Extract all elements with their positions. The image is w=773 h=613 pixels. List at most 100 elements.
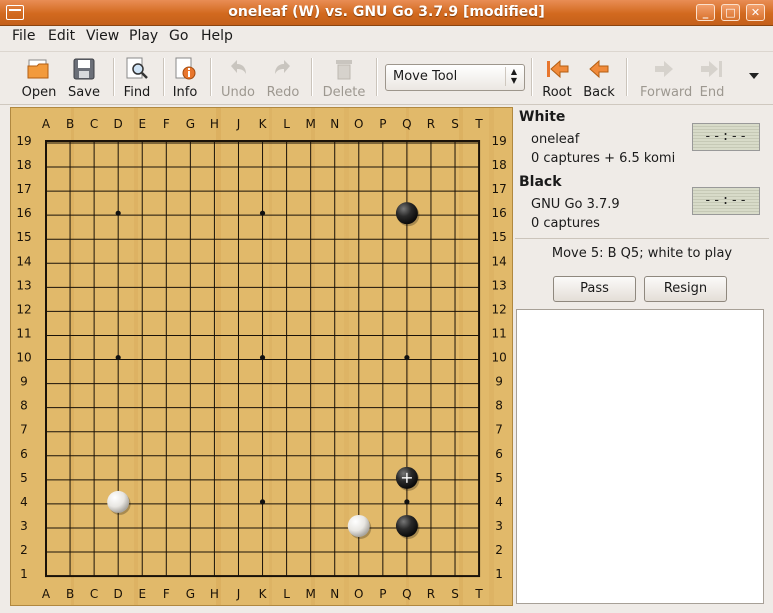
- menu-view[interactable]: View: [86, 28, 119, 44]
- column-label-top: J: [236, 117, 241, 131]
- wood-grain: [344, 108, 349, 605]
- board-canvas[interactable]: AABBCCDDEEFFGGHHJJKKLLMMNNOOPPQQRRSSTT19…: [11, 108, 512, 605]
- column-label-bottom: R: [427, 587, 435, 601]
- forward-button[interactable]: Forward: [640, 56, 692, 100]
- goto-first-icon: [547, 59, 569, 79]
- column-label-bottom: D: [114, 587, 123, 601]
- row-label-right: 2: [495, 543, 503, 557]
- row-label-left: 2: [20, 543, 28, 557]
- trash-icon: [336, 60, 352, 80]
- star-point: [115, 210, 121, 216]
- row-label-right: 12: [491, 302, 506, 316]
- redo-button[interactable]: Redo: [259, 56, 307, 100]
- column-label-bottom: B: [66, 587, 74, 601]
- column-label-bottom: T: [474, 587, 483, 601]
- row-label-left: 19: [16, 134, 31, 148]
- column-label-top: D: [114, 117, 123, 131]
- white-stone: [107, 490, 130, 513]
- row-label-right: 13: [491, 278, 506, 292]
- row-label-right: 3: [495, 519, 503, 533]
- row-label-left: 15: [16, 230, 31, 244]
- resign-button[interactable]: Resign: [644, 276, 727, 302]
- go-board[interactable]: A A B B C C D D E E F F G G H H J J K K L L M M N N O O P P Q Q R R S S T T 19…: [10, 107, 513, 606]
- row-label-right: 6: [495, 447, 503, 461]
- wood-grain: [269, 108, 272, 605]
- row-label-right: 1: [495, 567, 503, 581]
- column-label-bottom: O: [354, 587, 363, 601]
- black-clock: --:--: [692, 187, 760, 215]
- column-label-top: N: [330, 117, 339, 131]
- row-label-left: 16: [16, 206, 31, 220]
- row-label-left: 4: [20, 495, 28, 509]
- column-label-top: T: [474, 117, 483, 131]
- tool-select[interactable]: Move Tool ▲ ▼: [385, 64, 525, 91]
- back-button[interactable]: Back: [575, 56, 623, 100]
- white-player-name: oneleaf: [531, 132, 580, 147]
- column-label-top: F: [163, 117, 170, 131]
- menu-file[interactable]: File: [12, 28, 35, 44]
- redo-arrow-icon: [275, 60, 290, 74]
- row-label-right: 18: [491, 158, 506, 172]
- menu-go[interactable]: Go: [169, 28, 188, 44]
- info-button[interactable]: Info: [161, 56, 209, 100]
- white-stone: [347, 514, 370, 537]
- back-arrow-icon: [589, 59, 609, 79]
- open-button[interactable]: Open: [15, 56, 63, 100]
- black-player-name: GNU Go 3.7.9: [531, 197, 620, 212]
- menu-help[interactable]: Help: [201, 28, 233, 44]
- column-label-top: Q: [402, 117, 411, 131]
- find-button[interactable]: Find: [113, 56, 161, 100]
- row-label-right: 17: [491, 182, 506, 196]
- folder-open-icon: [27, 59, 49, 79]
- column-label-bottom: G: [186, 587, 195, 601]
- star-point: [259, 499, 266, 505]
- undo-arrow-icon: [231, 60, 246, 74]
- save-button[interactable]: Save: [60, 56, 108, 100]
- move-status: Move 5: B Q5; white to play: [551, 246, 733, 261]
- star-point: [259, 210, 266, 216]
- column-label-top: O: [354, 117, 363, 131]
- star-point: [115, 354, 121, 361]
- row-label-left: 8: [20, 399, 28, 413]
- end-button[interactable]: End: [688, 56, 736, 100]
- column-label-top: H: [210, 117, 219, 131]
- row-label-right: 4: [495, 495, 503, 509]
- minimize-icon[interactable]: _: [696, 4, 715, 21]
- forward-arrow-icon: [655, 61, 673, 77]
- column-label-bottom: M: [305, 587, 315, 601]
- pass-button[interactable]: Pass: [553, 276, 636, 302]
- column-label-top: P: [379, 117, 386, 131]
- column-label-top: R: [427, 117, 435, 131]
- row-label-left: 5: [20, 471, 28, 485]
- row-label-right: 7: [495, 423, 503, 437]
- column-label-top: E: [138, 117, 146, 131]
- row-label-left: 11: [16, 326, 31, 340]
- wood-grain: [71, 108, 74, 605]
- root-button[interactable]: Root: [533, 56, 581, 100]
- star-point: [404, 354, 410, 361]
- undo-button[interactable]: Undo: [214, 56, 262, 100]
- toolbar-overflow-icon[interactable]: [749, 73, 759, 79]
- delete-button[interactable]: Delete: [320, 56, 368, 100]
- window-title: oneleaf (W) vs. GNU Go 3.7.9 [modified]: [228, 4, 545, 20]
- goto-last-icon: [701, 61, 722, 77]
- black-stone: [395, 202, 418, 225]
- menu-edit[interactable]: Edit: [48, 28, 75, 44]
- wood-grain: [134, 108, 138, 605]
- column-label-top: A: [42, 117, 51, 131]
- close-icon[interactable]: ✕: [746, 4, 765, 21]
- column-label-bottom: C: [90, 587, 98, 601]
- column-label-top: K: [259, 117, 268, 131]
- row-label-right: 9: [495, 375, 503, 389]
- comment-area[interactable]: [516, 309, 764, 604]
- maximize-icon[interactable]: □: [721, 4, 740, 21]
- column-label-top: S: [451, 117, 459, 131]
- menu-play[interactable]: Play: [129, 28, 158, 44]
- row-label-left: 12: [16, 302, 31, 316]
- row-label-right: 15: [491, 230, 506, 244]
- column-label-bottom: P: [379, 587, 386, 601]
- column-label-bottom: K: [259, 587, 268, 601]
- white-player-heading: White: [519, 109, 566, 125]
- row-label-left: 9: [20, 375, 28, 389]
- floppy-disk-icon: [73, 58, 95, 80]
